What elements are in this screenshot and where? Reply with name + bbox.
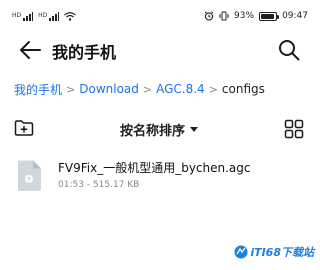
signal-2-icon: HD (38, 11, 60, 21)
status-bar: HD HD 93% 09:47 (0, 0, 320, 32)
svg-text:?: ? (27, 177, 30, 184)
breadcrumb-item-phone[interactable]: 我的手机 (14, 81, 62, 98)
breadcrumb-item-configs: configs (221, 82, 265, 96)
app-header: 我的手机 (0, 30, 320, 70)
status-right: 93% 09:47 (204, 11, 308, 21)
breadcrumb-item-agc[interactable]: AGC.8.4 (156, 82, 205, 96)
file-meta: 01:53 - 515.17 KB (58, 180, 140, 190)
page-title: 我的手机 (52, 43, 117, 62)
alarm-icon (204, 11, 214, 21)
chevron-right-icon: > (208, 82, 218, 96)
dropdown-arrow-icon (190, 126, 199, 132)
signal-1-label: HD (12, 12, 22, 19)
status-time: 09:47 (282, 11, 308, 21)
wifi-icon (64, 11, 77, 21)
watermark-logo: iTI68下载站 (234, 244, 314, 260)
grid-view-icon[interactable] (284, 119, 304, 139)
new-folder-icon[interactable] (14, 119, 34, 137)
chevron-right-icon: > (66, 82, 76, 96)
sort-button[interactable]: 按名称排序 (120, 120, 199, 139)
sort-label: 按名称排序 (120, 123, 186, 139)
breadcrumb: 我的手机 > Download > AGC.8.4 > configs (14, 80, 265, 98)
vibrate-icon (219, 11, 229, 21)
signal-2-label: HD (38, 12, 48, 19)
status-left: HD HD (12, 11, 77, 21)
chevron-right-icon: > (142, 82, 153, 96)
signal-1-icon: HD (12, 11, 34, 21)
file-manager-screen: HD HD 93% 09:47 我的手机 我的手机 > Download > A… (0, 0, 320, 270)
toolbar: 按名称排序 (0, 115, 320, 143)
battery-percent: 93% (234, 11, 255, 21)
back-arrow-icon[interactable] (18, 40, 42, 60)
file-name: FV9Fix_一般机型通用_bychen.agc (58, 161, 251, 175)
watermark-text: iTI68下载站 (250, 246, 314, 259)
file-list-item[interactable]: ? FV9Fix_一般机型通用_bychen.agc 01:53 - 515.1… (0, 152, 320, 198)
breadcrumb-item-download[interactable]: Download (79, 82, 139, 96)
battery-fill (261, 13, 275, 19)
unknown-file-icon: ? (18, 160, 41, 191)
battery-icon (259, 11, 280, 21)
watermark-badge-icon (234, 245, 248, 259)
search-icon[interactable] (278, 39, 300, 61)
